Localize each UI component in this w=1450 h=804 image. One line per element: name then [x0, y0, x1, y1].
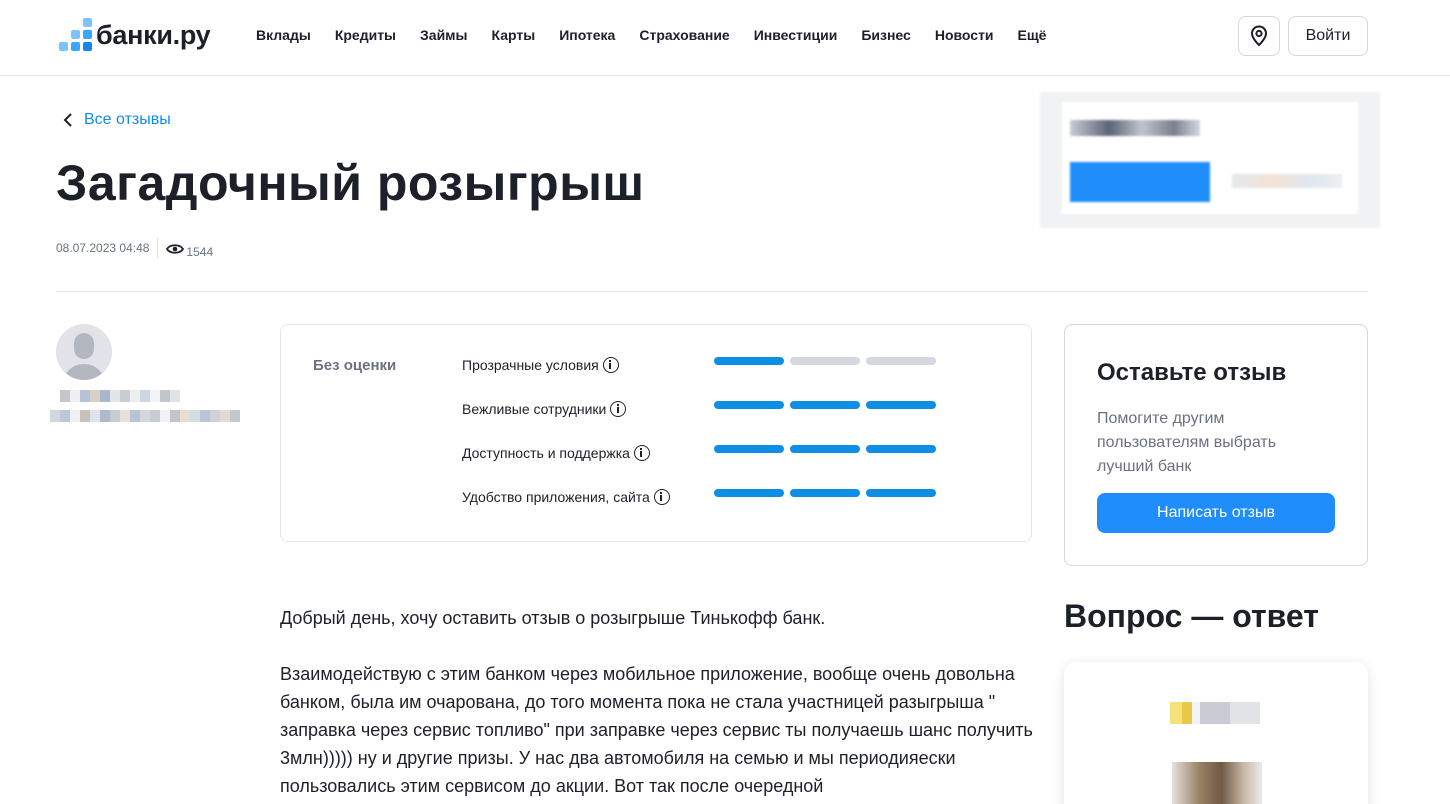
ad-button-blur: [1070, 162, 1210, 202]
ad-inner: [1062, 102, 1358, 214]
write-review-button[interactable]: Написать отзыв: [1097, 493, 1335, 533]
author-meta-blur: [50, 410, 240, 422]
info-icon[interactable]: [653, 489, 670, 505]
nav-item-more[interactable]: Ещё: [1018, 26, 1047, 44]
logo-icon: [56, 18, 92, 52]
criterion-transparency: Прозрачные условия: [462, 357, 619, 373]
score-segment: [866, 357, 936, 365]
criterion-label: Доступность и поддержка: [462, 445, 630, 461]
qa-expert-photo-blur: [1172, 762, 1262, 804]
meta-separator: [157, 238, 159, 258]
nav-item-business[interactable]: Бизнес: [861, 26, 910, 44]
leave-review-card: Оставьте отзыв Помогите другим пользоват…: [1064, 324, 1368, 566]
avatar: [56, 324, 112, 380]
nav-item-mortgage[interactable]: Ипотека: [559, 26, 615, 44]
review-paragraph: Взаимодействую с этим банком через мобил…: [280, 664, 1033, 796]
score-segment: [790, 489, 860, 497]
review-body: Добрый день, хочу оставить отзыв о розыг…: [280, 604, 1040, 804]
logo[interactable]: банки.ру: [56, 18, 211, 52]
criterion-label: Удобство приложения, сайта: [462, 489, 650, 505]
views-counter: 1544: [166, 241, 213, 259]
eye-icon: [166, 244, 185, 254]
score-segment: [866, 445, 936, 453]
qa-brand-blur: [1170, 702, 1260, 724]
back-to-reviews-link[interactable]: Все отзывы: [62, 111, 171, 129]
score-segment: [790, 445, 860, 453]
review-meta: 08.07.2023 04:48 1544: [56, 238, 213, 259]
score-segment: [714, 401, 784, 409]
views-count: 1544: [186, 245, 214, 259]
nav-item-deposits[interactable]: Вклады: [256, 26, 311, 44]
nav-item-insurance[interactable]: Страхование: [639, 26, 729, 44]
nav-item-investments[interactable]: Инвестиции: [754, 26, 838, 44]
cta-title: Оставьте отзыв: [1097, 359, 1287, 386]
cta-text: Помогите другим пользователям выбрать лу…: [1097, 410, 1277, 475]
criterion-score-bar: [714, 489, 936, 497]
score-segment: [866, 489, 936, 497]
score-segment: [714, 357, 784, 365]
back-link-label: Все отзывы: [84, 111, 171, 128]
nav-item-credits[interactable]: Кредиты: [335, 26, 396, 44]
nav-item-cards[interactable]: Карты: [492, 26, 536, 44]
review-paragraph: Добрый день, хочу оставить отзыв о розыг…: [280, 608, 826, 628]
review-date: 08.07.2023 04:48: [56, 241, 150, 255]
site-header: банки.ру Вклады Кредиты Займы Карты Ипот…: [0, 0, 1450, 76]
ratings-card: Без оценки Прозрачные условия Вежливые с…: [280, 324, 1032, 542]
criterion-availability-support: Доступность и поддержка: [462, 445, 650, 461]
ad-text-blur: [1070, 120, 1200, 136]
overall-score-label: Без оценки: [313, 357, 397, 374]
logo-text: банки.ру: [96, 19, 211, 50]
qa-section-title: Вопрос — ответ: [1064, 598, 1319, 634]
criterion-score-bar: [714, 401, 936, 409]
score-segment: [790, 357, 860, 365]
score-segment: [714, 489, 784, 497]
pixelated-ad-banner[interactable]: [1040, 92, 1380, 228]
location-pin-icon: [1250, 25, 1268, 47]
info-icon[interactable]: [633, 445, 650, 461]
header-divider: [56, 291, 1368, 292]
info-icon[interactable]: [602, 357, 619, 373]
criterion-label: Вежливые сотрудники: [462, 401, 607, 417]
criterion-score-bar: [714, 445, 936, 453]
login-button[interactable]: Войти: [1288, 16, 1368, 56]
criterion-app-usability: Удобство приложения, сайта: [462, 489, 670, 505]
page-title: Загадочный розыгрыш: [56, 155, 645, 211]
nav-item-loans[interactable]: Займы: [420, 26, 467, 44]
qa-card[interactable]: [1064, 662, 1368, 804]
author-name-blur: [60, 390, 180, 402]
score-segment: [790, 401, 860, 409]
location-button[interactable]: [1238, 16, 1280, 56]
score-segment: [714, 445, 784, 453]
chevron-left-icon: [63, 113, 72, 127]
main-nav: Вклады Кредиты Займы Карты Ипотека Страх…: [256, 26, 1070, 44]
nav-item-news[interactable]: Новости: [935, 26, 994, 44]
score-segment: [866, 401, 936, 409]
info-icon[interactable]: [610, 401, 627, 417]
ad-link-blur: [1232, 174, 1342, 188]
criterion-polite-staff: Вежливые сотрудники: [462, 401, 627, 417]
criterion-label: Прозрачные условия: [462, 357, 599, 373]
criterion-score-bar: [714, 357, 936, 365]
